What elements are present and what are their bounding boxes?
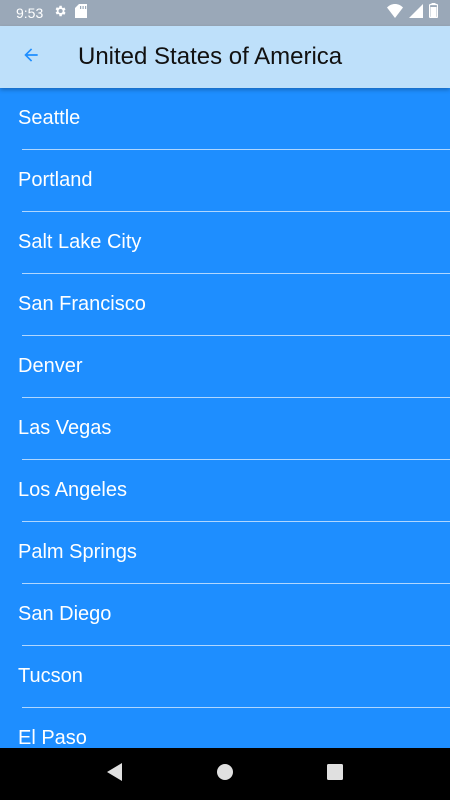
list-item-label: Portland [18, 169, 93, 191]
city-list: Seattle Portland Salt Lake City San Fran… [0, 88, 450, 748]
signal-icon [409, 3, 423, 23]
list-item-label: San Diego [18, 603, 112, 625]
nav-back-button[interactable] [95, 754, 135, 794]
home-circle-icon [216, 763, 234, 786]
app-bar: United States of America [0, 26, 450, 88]
nav-home-button[interactable] [205, 754, 245, 794]
wifi-icon [387, 3, 403, 23]
page-title: United States of America [78, 43, 343, 70]
list-item[interactable]: El Paso [18, 708, 450, 748]
list-item-label: San Francisco [18, 293, 146, 315]
back-triangle-icon [107, 762, 123, 786]
gear-icon [53, 4, 67, 23]
list-item[interactable]: San Diego [18, 584, 450, 646]
list-item[interactable]: Portland [18, 150, 450, 212]
list-item-label: Palm Springs [18, 541, 137, 563]
battery-icon [428, 3, 439, 23]
list-item[interactable]: Tucson [18, 646, 450, 708]
sd-card-icon [75, 3, 88, 23]
list-item-label: El Paso [18, 727, 87, 748]
list-item-label: Los Angeles [18, 479, 127, 501]
status-right-icons [387, 3, 439, 23]
list-item-label: Denver [18, 355, 83, 377]
nav-recents-button[interactable] [315, 754, 355, 794]
list-item-label: Salt Lake City [18, 231, 142, 253]
status-bar: 9:53 [0, 0, 450, 26]
arrow-back-icon [21, 45, 41, 70]
list-item[interactable]: Las Vegas [18, 398, 450, 460]
system-nav-bar [0, 748, 450, 800]
status-left-icons [53, 3, 88, 23]
status-time: 9:53 [16, 5, 44, 21]
list-item[interactable]: Seattle [18, 88, 450, 150]
list-item[interactable]: Denver [18, 336, 450, 398]
list-item-label: Las Vegas [18, 417, 112, 439]
list-item[interactable]: Salt Lake City [18, 212, 450, 274]
list-item[interactable]: Los Angeles [18, 460, 450, 522]
list-item-label: Tucson [18, 665, 83, 687]
back-button[interactable] [0, 26, 62, 88]
list-item[interactable]: San Francisco [18, 274, 450, 336]
recents-square-icon [327, 763, 343, 785]
list-item[interactable]: Palm Springs [18, 522, 450, 584]
list-item-label: Seattle [18, 107, 81, 129]
